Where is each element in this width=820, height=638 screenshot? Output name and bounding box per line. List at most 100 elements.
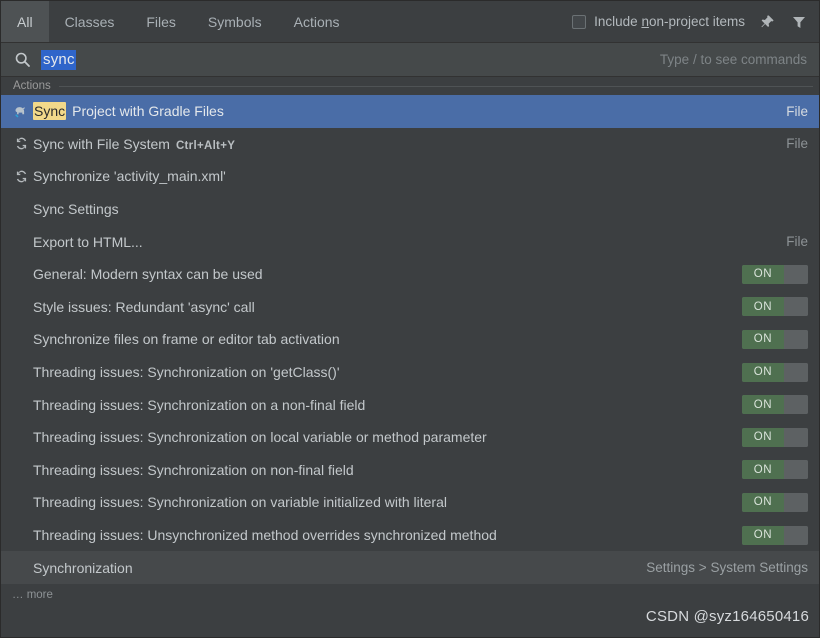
result-row[interactable]: Threading issues: Unsynchronized method … [1,519,819,552]
pin-icon[interactable] [757,12,777,32]
result-secondary-label: File [772,136,808,151]
result-secondary-label: File [772,104,808,119]
group-header-actions: Actions [1,77,819,95]
result-row[interactable]: Threading issues: Synchronization on var… [1,486,819,519]
toggle-state-label: ON [742,526,784,545]
toggle-state-label: ON [742,493,784,512]
result-label: Style issues: Redundant 'async' call [33,299,255,315]
toggle-knob[interactable] [784,297,808,316]
more-row[interactable]: … more [1,584,819,606]
inspection-toggle[interactable]: ON [742,265,808,284]
watermark: CSDN @syz164650416 [646,608,809,625]
search-everywhere-popup: AllClassesFilesSymbolsActions Include no… [0,0,820,638]
toggle-knob[interactable] [784,428,808,447]
toggle-state-label: ON [742,330,784,349]
inspection-toggle[interactable]: ON [742,363,808,382]
result-label-text: Style issues: Redundant 'async' call [33,299,255,315]
result-row[interactable]: Threading issues: Synchronization on non… [1,454,819,487]
result-label: Sync Settings [33,201,119,217]
toggle-state-label: ON [742,395,784,414]
tab-bar: AllClassesFilesSymbolsActions Include no… [1,1,819,43]
result-secondary-label: File [772,234,808,249]
toggle-knob[interactable] [784,395,808,414]
search-hint: Type / to see commands [660,52,807,67]
tab-files[interactable]: Files [130,1,192,42]
inspection-toggle[interactable]: ON [742,395,808,414]
result-label: Export to HTML... [33,234,143,250]
inspection-toggle[interactable]: ON [742,297,808,316]
tab-bar-actions: Include non-project items [572,1,819,42]
result-row[interactable]: Sync with File System Ctrl+Alt+Y File [1,128,819,161]
result-label-text: Synchronization [33,560,133,576]
include-non-project-items-checkbox[interactable]: Include non-project items [572,14,745,29]
result-row[interactable]: Style issues: Redundant 'async' call ON [1,291,819,324]
inspection-toggle[interactable]: ON [742,493,808,512]
result-secondary-label: Settings > System Settings [632,560,808,575]
result-label-text: General: Modern syntax can be used [33,266,263,282]
toggle-knob[interactable] [784,460,808,479]
result-row[interactable]: Export to HTML... File [1,225,819,258]
result-row[interactable]: General: Modern syntax can be used ON [1,258,819,291]
result-label: Threading issues: Synchronization on non… [33,462,354,478]
toggle-knob[interactable] [784,265,808,284]
result-label-text: Threading issues: Synchronization on var… [33,494,447,510]
toggle-knob[interactable] [784,363,808,382]
toggle-state-label: ON [742,460,784,479]
result-label-text: Threading issues: Synchronization on 'ge… [33,364,340,380]
result-label: Threading issues: Synchronization on var… [33,494,447,510]
toggle-knob[interactable] [784,493,808,512]
more-label: … more [12,589,53,601]
filter-icon[interactable] [789,12,809,32]
include-non-project-items-label: Include non-project items [594,14,745,29]
result-label-text: Threading issues: Unsynchronized method … [33,527,497,543]
group-header-rule [59,86,813,87]
result-label-text: Threading issues: Synchronization on a n… [33,397,365,413]
result-label-text: Synchronize 'activity_main.xml' [33,168,226,184]
toggle-knob[interactable] [784,526,808,545]
inspection-toggle[interactable]: ON [742,460,808,479]
result-label: Synchronize files on frame or editor tab… [33,331,340,347]
toggle-state-label: ON [742,428,784,447]
result-row[interactable]: Threading issues: Synchronization on loc… [1,421,819,454]
result-label-text: Sync with File System [33,136,170,152]
refresh-icon [11,135,31,152]
tab-all[interactable]: All [1,1,49,42]
result-label: Threading issues: Synchronization on loc… [33,429,487,445]
result-label: General: Modern syntax can be used [33,266,263,282]
search-input[interactable]: sync [41,50,76,70]
result-row[interactable]: Sync Settings [1,193,819,226]
result-label-text: Export to HTML... [33,234,143,250]
results-list: Sync Project with Gradle FilesFileSync w… [1,95,819,584]
result-row[interactable]: Synchronize files on frame or editor tab… [1,323,819,356]
result-label-text: Sync Settings [33,201,119,217]
tab-symbols[interactable]: Symbols [192,1,278,42]
result-label: Sync Project with Gradle Files [33,102,224,120]
result-label: Threading issues: Synchronization on a n… [33,397,365,413]
result-row[interactable]: Sync Project with Gradle Files File [1,95,819,128]
toggle-state-label: ON [742,297,784,316]
group-header-label: Actions [13,80,51,92]
search-field-row[interactable]: sync Type / to see commands [1,43,819,77]
result-label: Synchronization [33,560,133,576]
inspection-toggle[interactable]: ON [742,526,808,545]
tab-list: AllClassesFilesSymbolsActions [1,1,356,42]
checkbox-box[interactable] [572,15,586,29]
result-label: Threading issues: Synchronization on 'ge… [33,364,340,380]
result-row[interactable]: Synchronization Settings > System Setting… [1,551,819,584]
inspection-toggle[interactable]: ON [742,428,808,447]
result-label: Threading issues: Unsynchronized method … [33,527,497,543]
tab-actions[interactable]: Actions [278,1,356,42]
result-label-rest: Project with Gradle Files [72,103,224,119]
tab-classes[interactable]: Classes [49,1,131,42]
result-row[interactable]: Threading issues: Synchronization on 'ge… [1,356,819,389]
search-icon [14,51,31,68]
result-label: Sync with File System Ctrl+Alt+Y [33,136,235,152]
result-label: Synchronize 'activity_main.xml' [33,168,226,184]
result-row[interactable]: Synchronize 'activity_main.xml' [1,160,819,193]
result-label-text: Threading issues: Synchronization on loc… [33,429,487,445]
toggle-knob[interactable] [784,330,808,349]
result-shortcut: Ctrl+Alt+Y [176,140,235,152]
inspection-toggle[interactable]: ON [742,330,808,349]
match-highlight: Sync [33,102,66,120]
result-row[interactable]: Threading issues: Synchronization on a n… [1,388,819,421]
